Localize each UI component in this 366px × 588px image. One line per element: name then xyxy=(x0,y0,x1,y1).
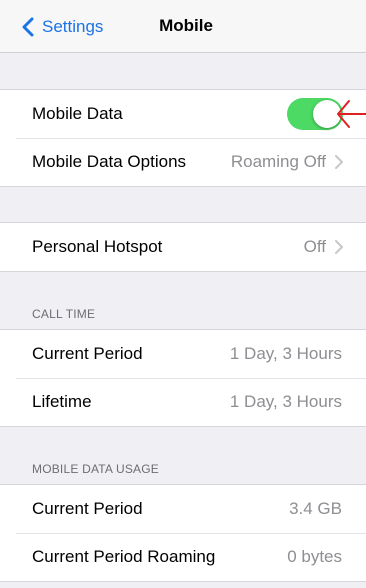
mobile-data-options-value: Roaming Off xyxy=(230,152,326,171)
call-time-group: Current Period 1 Day, 3 Hours Lifetime 1… xyxy=(0,329,366,427)
call-time-current-row: Current Period 1 Day, 3 Hours xyxy=(0,330,366,378)
mobile-data-usage-header: MOBILE DATA USAGE xyxy=(32,462,159,476)
mobile-data-group: Mobile Data Mobile Data Options Roaming … xyxy=(0,89,366,187)
row-value: 0 bytes xyxy=(287,547,342,566)
mobile-data-options-row[interactable]: Mobile Data Options Roaming Off xyxy=(0,138,366,186)
mobile-data-row: Mobile Data xyxy=(0,90,366,138)
row-label: Current Period xyxy=(32,344,143,363)
navigation-bar: Settings Mobile xyxy=(0,0,366,53)
chevron-right-icon xyxy=(335,155,343,169)
personal-hotspot-label: Personal Hotspot xyxy=(32,237,163,256)
call-time-header: CALL TIME xyxy=(32,307,96,321)
personal-hotspot-value: Off xyxy=(303,237,326,256)
row-value: 1 Day, 3 Hours xyxy=(229,392,342,411)
row-label: Lifetime xyxy=(32,392,92,411)
usage-roaming-row: Current Period Roaming 0 bytes xyxy=(0,533,366,581)
row-value: 1 Day, 3 Hours xyxy=(229,344,342,363)
hotspot-group: Personal Hotspot Off xyxy=(0,222,366,272)
call-time-lifetime-row: Lifetime 1 Day, 3 Hours xyxy=(0,378,366,426)
page-title: Mobile xyxy=(159,16,213,35)
chevron-right-icon xyxy=(335,240,343,254)
annotation-arrow-icon xyxy=(337,100,366,128)
row-value: 3.4 GB xyxy=(289,499,342,518)
mobile-data-usage-group: Current Period 3.4 GB Current Period Roa… xyxy=(0,484,366,582)
usage-current-row: Current Period 3.4 GB xyxy=(0,485,366,533)
personal-hotspot-row[interactable]: Personal Hotspot Off xyxy=(0,223,366,271)
mobile-data-options-label: Mobile Data Options xyxy=(32,152,187,171)
row-label: Current Period Roaming xyxy=(32,547,216,566)
mobile-data-label: Mobile Data xyxy=(32,104,123,123)
row-label: Current Period xyxy=(32,499,143,518)
